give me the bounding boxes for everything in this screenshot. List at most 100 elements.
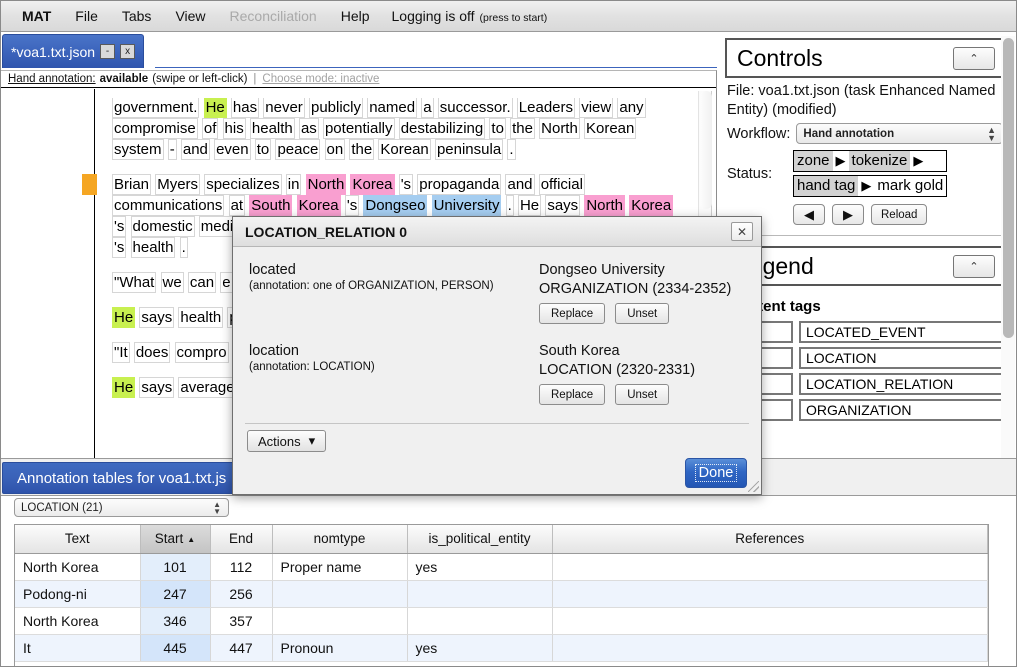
logging-toggle[interactable]: Logging is off (press to start) bbox=[382, 6, 558, 26]
text-token[interactable]: potentially bbox=[322, 118, 395, 139]
text-token[interactable]: a bbox=[421, 97, 434, 118]
text-token[interactable]: . bbox=[507, 139, 516, 160]
text-token[interactable]: 's bbox=[112, 216, 127, 237]
text-token[interactable]: He bbox=[203, 97, 227, 118]
text-token[interactable]: the bbox=[349, 139, 375, 160]
text-token[interactable]: can bbox=[187, 272, 217, 293]
text-token[interactable]: never bbox=[263, 97, 305, 118]
text-token[interactable]: He bbox=[517, 195, 542, 216]
text-token[interactable]: Korea bbox=[629, 195, 674, 216]
menu-item-file[interactable]: File bbox=[63, 6, 110, 26]
text-token[interactable]: publicly bbox=[308, 97, 364, 118]
text-token[interactable]: of bbox=[201, 118, 219, 139]
text-token[interactable]: compromise bbox=[112, 118, 198, 139]
menu-item-mat[interactable]: MAT bbox=[10, 6, 63, 26]
sidebar-scrollbar-thumb[interactable] bbox=[1003, 38, 1014, 338]
table-row[interactable]: Podong-ni 247 256 bbox=[15, 580, 988, 608]
table-header-end[interactable]: End bbox=[210, 525, 273, 554]
table-row[interactable]: North Korea 346 357 bbox=[15, 607, 988, 635]
next-step-button[interactable]: ▶ bbox=[832, 204, 864, 225]
menu-item-help[interactable]: Help bbox=[329, 6, 382, 26]
menu-item-view[interactable]: View bbox=[163, 6, 217, 26]
legend-tag-name[interactable]: LOCATION bbox=[799, 347, 1003, 369]
text-token[interactable]: . bbox=[179, 237, 188, 258]
table-header-text[interactable]: Text bbox=[15, 525, 141, 554]
unset-button[interactable]: Unset bbox=[615, 303, 670, 324]
text-token[interactable]: He bbox=[112, 307, 136, 328]
unset-button[interactable]: Unset bbox=[615, 384, 670, 405]
text-token[interactable]: says bbox=[139, 377, 175, 398]
text-token[interactable]: . bbox=[505, 195, 514, 216]
legend-tag-name[interactable]: LOCATION_RELATION bbox=[799, 373, 1003, 395]
text-token[interactable]: official bbox=[538, 174, 585, 195]
dialog-resize-grip[interactable] bbox=[748, 481, 759, 492]
text-token[interactable]: government. bbox=[112, 97, 200, 118]
text-token[interactable]: University bbox=[431, 195, 502, 216]
prev-step-button[interactable]: ◀ bbox=[793, 204, 825, 225]
text-token[interactable]: He bbox=[112, 377, 136, 398]
legend-collapse-icon[interactable]: ⌃ bbox=[953, 254, 995, 278]
text-token[interactable]: we bbox=[160, 272, 184, 293]
annotation-type-select[interactable]: LOCATION (21) ▲ ▼ bbox=[14, 498, 229, 517]
legend-tag-name[interactable]: LOCATED_EVENT bbox=[799, 321, 1003, 343]
close-icon[interactable]: ✕ bbox=[731, 222, 753, 241]
text-token[interactable]: Brian bbox=[112, 174, 152, 195]
text-token[interactable]: peninsula bbox=[434, 139, 504, 160]
controls-collapse-icon[interactable]: ⌃ bbox=[953, 46, 995, 70]
text-token[interactable]: health bbox=[249, 118, 295, 139]
text-token[interactable]: "It bbox=[112, 342, 130, 363]
text-token[interactable]: Leaders bbox=[516, 97, 576, 118]
text-token[interactable]: his bbox=[222, 118, 246, 139]
menu-item-tabs[interactable]: Tabs bbox=[110, 6, 164, 26]
text-token[interactable]: specializes bbox=[204, 174, 282, 195]
text-token[interactable]: average bbox=[178, 377, 237, 398]
workflow-step-hand-tag[interactable]: hand tag bbox=[794, 176, 859, 196]
text-token[interactable]: as bbox=[298, 118, 319, 139]
text-token[interactable]: - bbox=[167, 139, 177, 160]
text-token[interactable]: peace bbox=[275, 139, 321, 160]
text-token[interactable]: destabilizing bbox=[398, 118, 486, 139]
text-token[interactable]: named bbox=[367, 97, 418, 118]
tab-minimize-button[interactable]: - bbox=[100, 44, 116, 59]
tab-close-button[interactable]: x bbox=[120, 44, 136, 59]
text-token[interactable]: 's bbox=[344, 195, 360, 216]
table-row[interactable]: North Korea 101 112 Proper name yes bbox=[15, 553, 988, 581]
actions-button[interactable]: Actions ▾ bbox=[247, 430, 327, 452]
text-token[interactable]: "What bbox=[112, 272, 157, 293]
reload-button[interactable]: Reload bbox=[871, 204, 928, 225]
text-token[interactable]: says bbox=[545, 195, 581, 216]
text-token[interactable]: North bbox=[305, 174, 347, 195]
table-header-references[interactable]: References bbox=[552, 525, 988, 554]
table-header-start[interactable]: Start ▲ bbox=[140, 525, 211, 554]
text-token[interactable]: South bbox=[249, 195, 293, 216]
table-header-nomtype[interactable]: nomtype bbox=[272, 525, 408, 554]
location-relation-marker[interactable] bbox=[82, 174, 97, 195]
text-token[interactable]: and bbox=[180, 139, 210, 160]
text-token[interactable]: the bbox=[510, 118, 535, 139]
text-token[interactable]: successor. bbox=[437, 97, 513, 118]
replace-button[interactable]: Replace bbox=[539, 384, 606, 405]
table-header-is-political-entity[interactable]: is_political_entity bbox=[407, 525, 553, 554]
text-token[interactable]: North bbox=[539, 118, 580, 139]
legend-tag-name[interactable]: ORGANIZATION bbox=[799, 399, 1003, 421]
document-scrollbar-thumb[interactable] bbox=[700, 91, 712, 209]
text-token[interactable]: any bbox=[617, 97, 646, 118]
text-token[interactable]: Korean bbox=[378, 139, 431, 160]
workflow-select[interactable]: Hand annotation ▲ ▼ bbox=[796, 123, 1003, 144]
done-button[interactable]: Done bbox=[685, 458, 747, 488]
text-token[interactable]: health bbox=[130, 237, 176, 258]
text-token[interactable]: communications bbox=[112, 195, 225, 216]
text-token[interactable]: Korea bbox=[350, 174, 395, 195]
text-token[interactable]: Korea bbox=[296, 195, 341, 216]
text-token[interactable]: to bbox=[489, 118, 506, 139]
text-token[interactable]: domestic bbox=[130, 216, 195, 237]
text-token[interactable]: even bbox=[214, 139, 251, 160]
text-token[interactable]: view bbox=[579, 97, 614, 118]
sidebar-vertical-scrollbar[interactable] bbox=[1001, 36, 1015, 462]
text-token[interactable]: e bbox=[220, 272, 233, 293]
text-token[interactable]: Dongseo bbox=[363, 195, 428, 216]
text-token[interactable]: and bbox=[505, 174, 535, 195]
document-tab[interactable]: *voa1.txt.json - x bbox=[2, 34, 145, 68]
workflow-step-mark-gold[interactable]: mark gold bbox=[874, 176, 947, 196]
text-token[interactable]: at bbox=[228, 195, 246, 216]
